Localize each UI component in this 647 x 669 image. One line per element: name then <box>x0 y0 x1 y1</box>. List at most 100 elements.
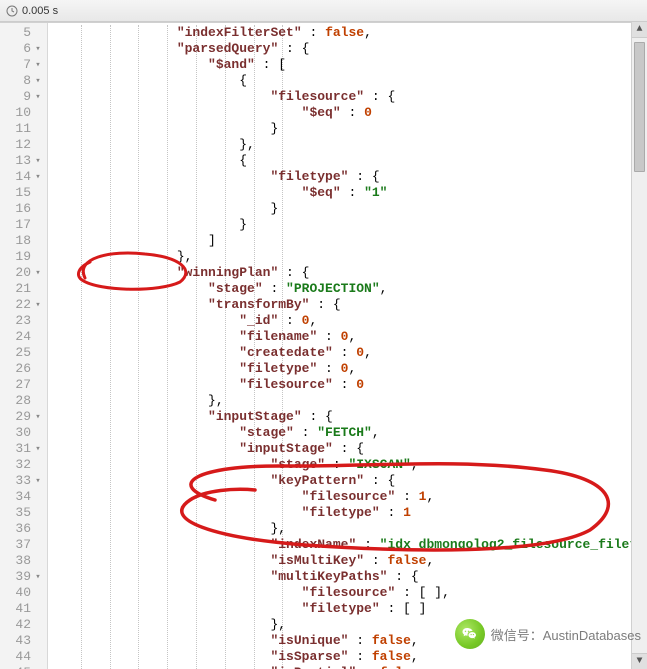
code-line[interactable]: } <box>48 121 647 137</box>
fold-marker[interactable]: ▾ <box>33 569 43 585</box>
line-number: 12 <box>0 137 47 153</box>
line-number: 39▾ <box>0 569 47 585</box>
line-number: 20▾ <box>0 265 47 281</box>
fold-marker[interactable]: ▾ <box>33 73 43 89</box>
code-line[interactable]: "stage" : "PROJECTION", <box>48 281 647 297</box>
code-line[interactable]: "$eq" : "1" <box>48 185 647 201</box>
code-line[interactable]: "filesource" : 0 <box>48 377 647 393</box>
code-line[interactable]: "inputStage" : { <box>48 441 647 457</box>
fold-marker[interactable]: ▾ <box>33 441 43 457</box>
fold-marker[interactable]: ▾ <box>33 473 43 489</box>
code-line[interactable]: "inputStage" : { <box>48 409 647 425</box>
code-line[interactable]: "isPartial" : false, <box>48 665 647 669</box>
line-number: 44 <box>0 649 47 665</box>
line-number: 22▾ <box>0 297 47 313</box>
code-line[interactable]: "$and" : [ <box>48 57 647 73</box>
line-number: 25 <box>0 345 47 361</box>
line-number: 35 <box>0 505 47 521</box>
code-line[interactable]: "$eq" : 0 <box>48 105 647 121</box>
line-number: 26 <box>0 361 47 377</box>
code-line[interactable]: { <box>48 73 647 89</box>
line-number: 29▾ <box>0 409 47 425</box>
line-number: 21 <box>0 281 47 297</box>
fold-marker[interactable]: ▾ <box>33 265 43 281</box>
line-number: 11 <box>0 121 47 137</box>
code-line[interactable]: "winningPlan" : { <box>48 265 647 281</box>
code-line[interactable]: "filetype" : [ ] <box>48 601 647 617</box>
code-line[interactable]: "filesource" : { <box>48 89 647 105</box>
code-line[interactable]: "isSparse" : false, <box>48 649 647 665</box>
code-line[interactable]: }, <box>48 521 647 537</box>
clock-icon <box>6 5 18 17</box>
code-editor[interactable]: 56▾7▾8▾9▾10111213▾14▾151617181920▾2122▾2… <box>0 22 647 669</box>
code-line[interactable]: "multiKeyPaths" : { <box>48 569 647 585</box>
fold-marker[interactable]: ▾ <box>33 41 43 57</box>
line-number: 33▾ <box>0 473 47 489</box>
fold-marker[interactable]: ▾ <box>33 169 43 185</box>
code-line[interactable]: } <box>48 201 647 217</box>
line-number: 41 <box>0 601 47 617</box>
code-line[interactable]: "stage" : "IXSCAN", <box>48 457 647 473</box>
line-number: 40 <box>0 585 47 601</box>
code-line[interactable]: "filesource" : 1, <box>48 489 647 505</box>
code-line[interactable]: "transformBy" : { <box>48 297 647 313</box>
wechat-icon <box>455 619 485 649</box>
code-line[interactable]: ] <box>48 233 647 249</box>
status-bar: 0.005 s <box>0 0 647 22</box>
watermark-text: 微信号：AustinDatabases <box>491 625 641 644</box>
code-line[interactable]: "keyPattern" : { <box>48 473 647 489</box>
line-number: 32 <box>0 457 47 473</box>
line-number: 23 <box>0 313 47 329</box>
vertical-scrollbar[interactable]: ▲ ▼ <box>631 22 647 669</box>
watermark: 微信号：AustinDatabases <box>455 619 641 649</box>
line-number: 24 <box>0 329 47 345</box>
line-number: 13▾ <box>0 153 47 169</box>
code-line[interactable]: "filesource" : [ ], <box>48 585 647 601</box>
line-number: 9▾ <box>0 89 47 105</box>
line-number: 27 <box>0 377 47 393</box>
fold-marker[interactable]: ▾ <box>33 153 43 169</box>
code-line[interactable]: { <box>48 153 647 169</box>
fold-marker[interactable]: ▾ <box>33 89 43 105</box>
line-number: 16 <box>0 201 47 217</box>
code-line[interactable]: "parsedQuery" : { <box>48 41 647 57</box>
line-number: 38 <box>0 553 47 569</box>
line-number: 8▾ <box>0 73 47 89</box>
line-number: 42 <box>0 617 47 633</box>
code-line[interactable]: "filetype" : { <box>48 169 647 185</box>
line-number: 14▾ <box>0 169 47 185</box>
line-number: 34 <box>0 489 47 505</box>
scroll-up-arrow[interactable]: ▲ <box>632 22 647 38</box>
code-line[interactable]: }, <box>48 249 647 265</box>
code-line[interactable]: } <box>48 217 647 233</box>
line-number: 15 <box>0 185 47 201</box>
line-number: 43 <box>0 633 47 649</box>
code-line[interactable]: "_id" : 0, <box>48 313 647 329</box>
fold-marker[interactable]: ▾ <box>33 409 43 425</box>
code-content[interactable]: "indexFilterSet" : false, "parsedQuery" … <box>48 23 647 669</box>
code-line[interactable]: "filetype" : 1 <box>48 505 647 521</box>
line-number: 36 <box>0 521 47 537</box>
code-line[interactable]: }, <box>48 137 647 153</box>
line-number: 5 <box>0 25 47 41</box>
code-line[interactable]: "indexFilterSet" : false, <box>48 25 647 41</box>
line-number: 37 <box>0 537 47 553</box>
code-line[interactable]: "isMultiKey" : false, <box>48 553 647 569</box>
code-line[interactable]: "filetype" : 0, <box>48 361 647 377</box>
fold-marker[interactable]: ▾ <box>33 297 43 313</box>
scroll-down-arrow[interactable]: ▼ <box>632 653 647 669</box>
line-number: 31▾ <box>0 441 47 457</box>
line-number: 18 <box>0 233 47 249</box>
line-number: 28 <box>0 393 47 409</box>
scroll-thumb[interactable] <box>634 42 645 172</box>
code-line[interactable]: "createdate" : 0, <box>48 345 647 361</box>
code-line[interactable]: "filename" : 0, <box>48 329 647 345</box>
code-line[interactable]: }, <box>48 393 647 409</box>
line-number: 17 <box>0 217 47 233</box>
elapsed-time: 0.005 s <box>22 5 58 17</box>
line-number: 45 <box>0 665 47 669</box>
code-line[interactable]: "stage" : "FETCH", <box>48 425 647 441</box>
code-line[interactable]: "indexName" : "idx_dbmongolog2_filesourc… <box>48 537 647 553</box>
fold-marker[interactable]: ▾ <box>33 57 43 73</box>
line-number: 6▾ <box>0 41 47 57</box>
